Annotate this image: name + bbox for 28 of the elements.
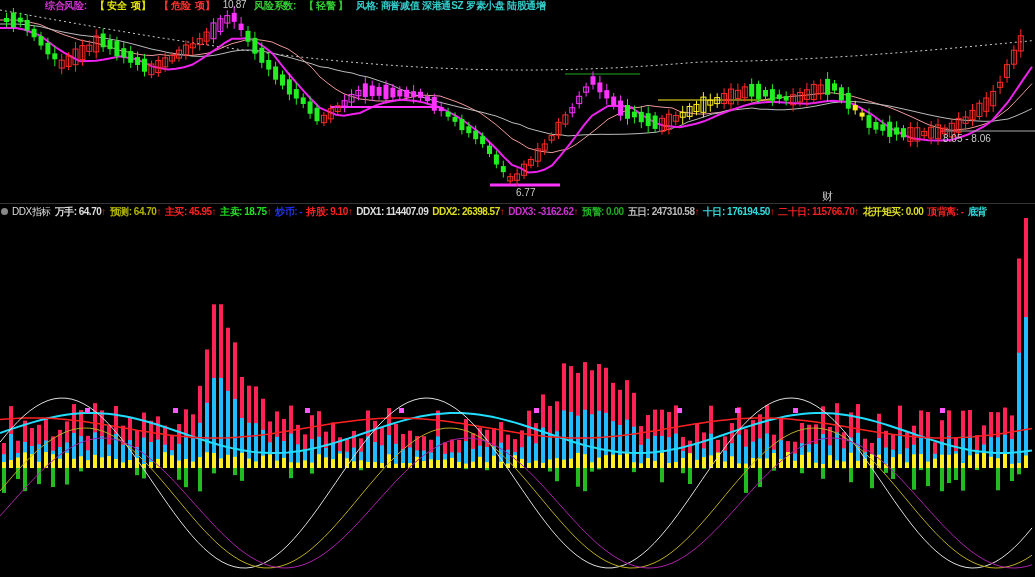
- indicator-value: 二十日: 115766.70↑: [778, 204, 859, 219]
- indicator-value: 十日: 176194.50↑: [702, 204, 775, 219]
- price-label: 6.77: [516, 188, 536, 198]
- legend-text: 【 安全 项】: [94, 0, 151, 12]
- indicator-value: 预测: 64.70↑: [109, 204, 161, 219]
- legend-text: 风险系数:: [254, 0, 297, 12]
- legend-text: 风格: 商誉减值 深港通SZ 罗素小盘 陆股通增: [355, 0, 546, 12]
- price-label: 10.87: [222, 0, 247, 10]
- price-label: 8.05 - 8.06: [943, 134, 991, 144]
- level-line: [490, 183, 560, 187]
- indicator-value: 主卖: 18.75↑: [220, 204, 272, 219]
- legend-text: 综合风险:: [45, 0, 87, 12]
- legend-text: 【 轻警 】: [304, 0, 348, 12]
- indicator-value: 炒币: -: [275, 204, 303, 219]
- indicator-value: DDX1: 114407.09: [356, 204, 429, 219]
- indicator-value: 五日: 247310.58↑: [627, 204, 699, 219]
- indicator-value: 预警: 0.00: [582, 204, 624, 219]
- indicator-value: DDX3: -3162.62↑: [508, 204, 578, 219]
- indicator-value: 主买: 45.95↑: [164, 204, 217, 219]
- indicator-value: DDX2: 26398.57↑: [432, 204, 505, 219]
- indicator-value: 持股: 9.10↑: [306, 204, 353, 219]
- indicator-value: 花开矩买: 0.00: [862, 204, 924, 219]
- legend-text: 【 危险 项】: [158, 0, 215, 12]
- indicator-value: 底背: [967, 204, 987, 219]
- indicator-name[interactable]: DDX指标: [12, 203, 51, 219]
- indicator-value: 顶背离: -: [927, 204, 964, 219]
- marker-label: 财: [822, 190, 833, 202]
- indicator-value: 万手: 64.70↑: [54, 204, 106, 219]
